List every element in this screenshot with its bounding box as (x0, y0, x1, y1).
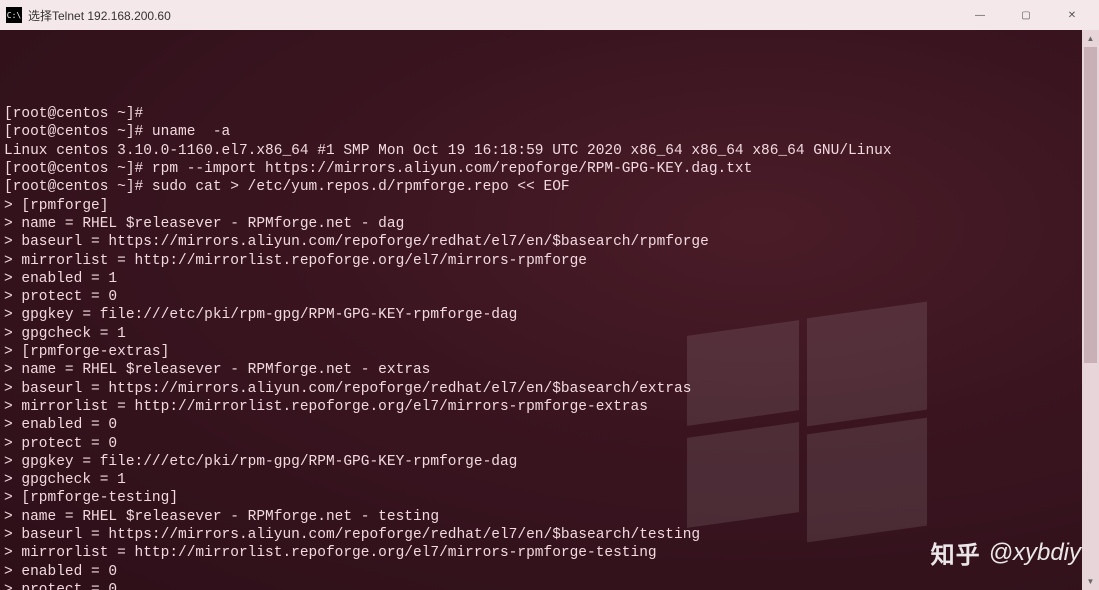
window-titlebar[interactable]: C:\ 选择Telnet 192.168.200.60 — ▢ ✕ (0, 0, 1099, 30)
minimize-button[interactable]: — (957, 0, 1003, 30)
terminal-line: > protect = 0 (4, 288, 1076, 306)
terminal-line: > gpgcheck = 1 (4, 325, 1076, 343)
scrollbar-track[interactable] (1082, 47, 1099, 573)
terminal-line: [root@centos ~]# sudo cat > /etc/yum.rep… (4, 178, 1076, 196)
terminal-line: Linux centos 3.10.0-1160.el7.x86_64 #1 S… (4, 142, 1076, 160)
terminal-line: > [rpmforge] (4, 197, 1076, 215)
terminal-line: > [rpmforge-testing] (4, 489, 1076, 507)
terminal-line: > protect = 0 (4, 435, 1076, 453)
terminal-line: > enabled = 1 (4, 270, 1076, 288)
terminal-line: > enabled = 0 (4, 563, 1076, 581)
maximize-button[interactable]: ▢ (1003, 0, 1049, 30)
terminal-line: [root@centos ~]# uname -a (4, 123, 1076, 141)
terminal-line: > name = RHEL $releasever - RPMforge.net… (4, 215, 1076, 233)
terminal-line: > name = RHEL $releasever - RPMforge.net… (4, 508, 1076, 526)
window-title: 选择Telnet 192.168.200.60 (28, 7, 171, 24)
terminal-line: > baseurl = https://mirrors.aliyun.com/r… (4, 380, 1076, 398)
terminal-line: > mirrorlist = http://mirrorlist.repofor… (4, 398, 1076, 416)
terminal-container: [root@centos ~]#[root@centos ~]# uname -… (0, 30, 1099, 590)
terminal-line: > baseurl = https://mirrors.aliyun.com/r… (4, 233, 1076, 251)
vertical-scrollbar[interactable]: ▲ ▼ (1082, 30, 1099, 590)
terminal-output[interactable]: [root@centos ~]#[root@centos ~]# uname -… (0, 30, 1082, 590)
terminal-line: > gpgcheck = 1 (4, 471, 1076, 489)
scrollbar-thumb[interactable] (1084, 47, 1097, 363)
terminal-line: > gpgkey = file:///etc/pki/rpm-gpg/RPM-G… (4, 306, 1076, 324)
scroll-down-button[interactable]: ▼ (1082, 573, 1099, 590)
terminal-line: [root@centos ~]# rpm --import https://mi… (4, 160, 1076, 178)
app-icon: C:\ (6, 7, 22, 23)
close-button[interactable]: ✕ (1049, 0, 1095, 30)
terminal-line: > protect = 0 (4, 581, 1076, 590)
terminal-line: > mirrorlist = http://mirrorlist.repofor… (4, 252, 1076, 270)
terminal-line: > mirrorlist = http://mirrorlist.repofor… (4, 544, 1076, 562)
terminal-line: > baseurl = https://mirrors.aliyun.com/r… (4, 526, 1076, 544)
terminal-line: > gpgkey = file:///etc/pki/rpm-gpg/RPM-G… (4, 453, 1076, 471)
terminal-line: [root@centos ~]# (4, 105, 1076, 123)
scroll-up-button[interactable]: ▲ (1082, 30, 1099, 47)
terminal-line: > name = RHEL $releasever - RPMforge.net… (4, 361, 1076, 379)
terminal-line: > enabled = 0 (4, 416, 1076, 434)
terminal-line: > [rpmforge-extras] (4, 343, 1076, 361)
